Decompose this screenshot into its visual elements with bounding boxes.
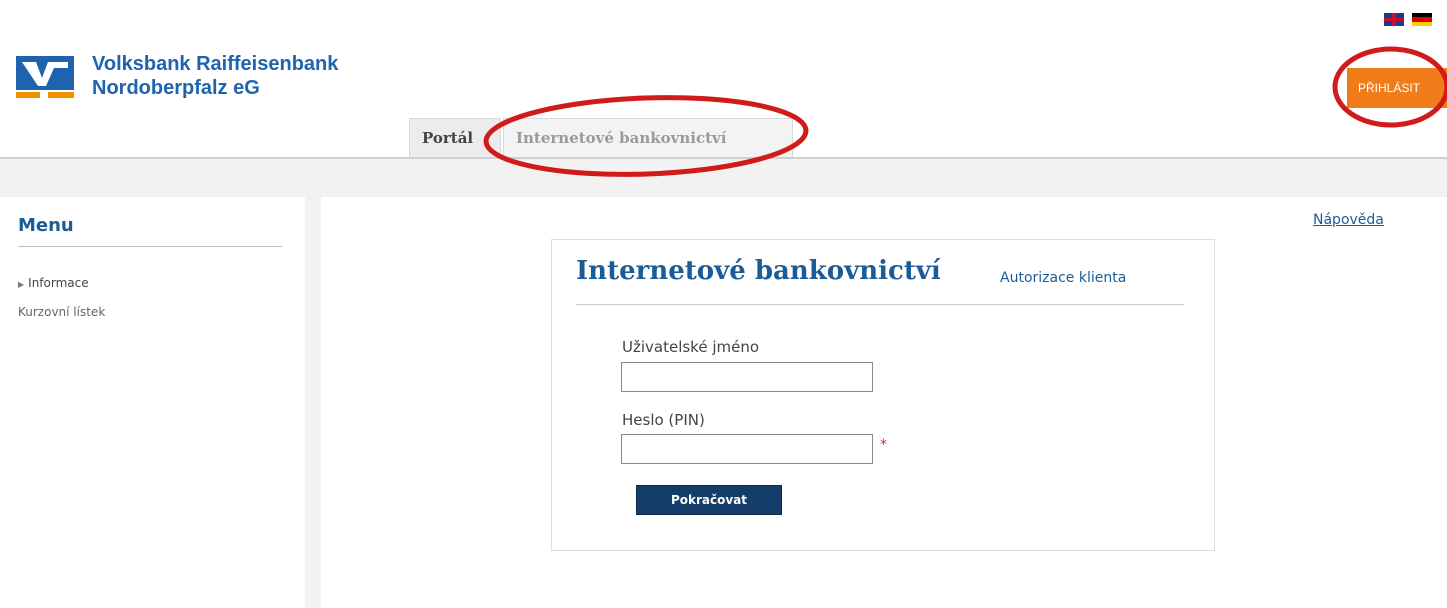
tab-portal-label: Portál: [422, 129, 474, 147]
username-label: Uživatelské jméno: [622, 338, 760, 356]
login-subtitle: Autorizace klienta: [1000, 270, 1127, 286]
header-strip: [0, 159, 1447, 197]
menu-divider: [18, 246, 282, 247]
triangle-right-icon: ▶: [18, 280, 25, 289]
bank-name: Volksbank Raiffeisenbank Nordoberpfalz e…: [92, 52, 392, 100]
continue-button[interactable]: Pokračovat: [636, 485, 782, 515]
sidebar-item-kurzovni-listek[interactable]: Kurzovní lístek: [18, 305, 105, 319]
sidebar-item-informace[interactable]: ▶ Informace: [18, 276, 89, 290]
tab-portal[interactable]: Portál: [409, 118, 501, 157]
de-flag-icon[interactable]: [1412, 13, 1432, 26]
bank-logo-icon: [16, 56, 74, 100]
bank-name-line2: Nordoberpfalz eG: [92, 77, 260, 99]
username-input[interactable]: [621, 362, 873, 392]
login-title-divider: [576, 304, 1184, 305]
sidebar-divider: [305, 197, 321, 608]
bank-name-line1: Volksbank Raiffeisenbank: [92, 53, 339, 75]
uk-flag-icon[interactable]: [1384, 13, 1404, 26]
login-button[interactable]: PŘIHLÁSIT: [1347, 68, 1447, 108]
menu-title: Menu: [18, 215, 74, 236]
sidebar-item-label: Informace: [28, 276, 89, 290]
pin-input[interactable]: [621, 434, 873, 464]
login-title: Internetové bankovnictví: [576, 256, 941, 286]
required-marker: *: [880, 437, 887, 453]
sidebar: [0, 197, 305, 608]
tab-internet-banking-label: Internetové bankovnictví: [516, 129, 727, 147]
tab-internet-banking[interactable]: Internetové bankovnictví: [503, 118, 793, 157]
pin-label: Heslo (PIN): [622, 411, 705, 429]
help-link[interactable]: Nápověda: [1313, 212, 1384, 228]
